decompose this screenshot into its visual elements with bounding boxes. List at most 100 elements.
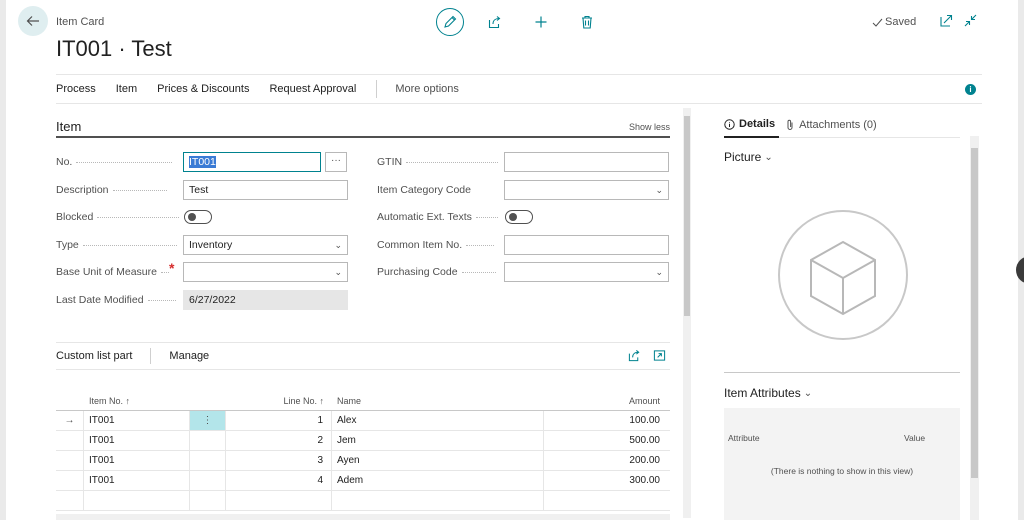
cell-amount[interactable]: 100.00: [544, 411, 670, 430]
blocked-toggle[interactable]: [184, 210, 212, 224]
attr-col-attribute: Attribute: [728, 433, 760, 443]
factbox-divider: [724, 372, 960, 373]
list-part-grid: Item No. ↑ Line No. ↑ Name Amount → IT00…: [56, 392, 670, 511]
cell-name[interactable]: [332, 491, 544, 510]
attributes-header[interactable]: Item Attributes ⌄: [724, 386, 812, 400]
picture-placeholder[interactable]: [778, 210, 908, 340]
action-separator: [376, 80, 378, 98]
info-icon[interactable]: i: [965, 84, 976, 95]
cell-amount[interactable]: 500.00: [544, 431, 670, 450]
category-select[interactable]: ⌄: [504, 180, 669, 200]
open-new-window-button[interactable]: [940, 14, 953, 32]
table-row-empty[interactable]: [56, 491, 670, 511]
header-amount[interactable]: Amount: [544, 392, 670, 410]
table-row[interactable]: IT001 2 Jem 500.00: [56, 431, 670, 451]
row-indicator: [56, 471, 84, 490]
cell-amount[interactable]: 300.00: [544, 471, 670, 490]
no-input[interactable]: IT001: [183, 152, 321, 172]
row-indicator: [56, 431, 84, 450]
grid-horizontal-scrollbar[interactable]: [56, 514, 670, 520]
row-menu-cell[interactable]: [190, 491, 226, 510]
table-row[interactable]: → IT001 ⋮ 1 Alex 100.00: [56, 411, 670, 431]
cell-item-no[interactable]: [84, 491, 190, 510]
delete-button[interactable]: [572, 15, 602, 29]
cell-line-no[interactable]: 1: [226, 411, 332, 430]
delete-trash-icon: [582, 15, 592, 29]
edit-button[interactable]: [436, 8, 464, 36]
cell-line-no[interactable]: 2: [226, 431, 332, 450]
share-icon[interactable]: [628, 349, 641, 362]
table-row[interactable]: IT001 3 Ayen 200.00: [56, 451, 670, 471]
toggle-knob: [188, 213, 196, 221]
no-assist-button[interactable]: ···: [325, 152, 347, 172]
section-title: Item: [56, 119, 82, 134]
description-input[interactable]: Test: [183, 180, 348, 200]
chevron-down-icon: ⌄: [334, 240, 342, 250]
scrollbar-thumb[interactable]: [684, 116, 690, 316]
action-process[interactable]: Process: [56, 83, 96, 95]
gtin-input[interactable]: [504, 152, 669, 172]
info-circle-icon: [724, 118, 735, 130]
table-row[interactable]: IT001 4 Adem 300.00: [56, 471, 670, 491]
header-line-no[interactable]: Line No. ↑: [226, 392, 332, 410]
cell-amount[interactable]: [544, 491, 670, 510]
main-scrollbar[interactable]: [683, 108, 691, 518]
show-less-link[interactable]: Show less: [629, 122, 670, 132]
action-item[interactable]: Item: [116, 83, 137, 95]
row-menu-button[interactable]: ⋮: [190, 411, 226, 430]
row-menu-cell[interactable]: [190, 471, 226, 490]
cell-item-no[interactable]: IT001: [84, 411, 190, 430]
cell-line-no[interactable]: [226, 491, 332, 510]
toggle-knob: [509, 213, 517, 221]
manage-button[interactable]: Manage: [169, 350, 209, 362]
expand-icon[interactable]: [653, 349, 666, 362]
grid-body: → IT001 ⋮ 1 Alex 100.00 IT001 2 Jem 500.…: [56, 410, 670, 511]
share-icon: [488, 16, 501, 29]
factbox-scrollbar[interactable]: [970, 136, 979, 520]
purchasing-select[interactable]: ⌄: [504, 262, 669, 282]
cell-item-no[interactable]: IT001: [84, 471, 190, 490]
back-button[interactable]: [18, 6, 48, 36]
cell-item-no[interactable]: IT001: [84, 451, 190, 470]
chevron-down-icon: ⌄: [803, 387, 813, 399]
row-menu-cell[interactable]: [190, 431, 226, 450]
tab-details-label: Details: [739, 118, 776, 130]
factbox-tabs: Details Attachments (0): [724, 112, 960, 138]
cell-name[interactable]: Adem: [332, 471, 544, 490]
action-more-options[interactable]: More options: [395, 83, 459, 95]
last-modified-value: 6/27/2022: [189, 294, 236, 306]
base-uom-select[interactable]: ⌄: [183, 262, 348, 282]
auto-ext-toggle[interactable]: [505, 210, 533, 224]
tab-details[interactable]: Details: [724, 112, 780, 138]
item-section-header: Item Show less: [56, 118, 670, 138]
grid-header-row: Item No. ↑ Line No. ↑ Name Amount: [56, 392, 670, 410]
common-item-input[interactable]: [504, 235, 669, 255]
tab-attachments[interactable]: Attachments (0): [785, 112, 895, 138]
checkmark-icon: [872, 18, 883, 27]
scrollbar-thumb[interactable]: [971, 148, 978, 478]
header-cell-menu: [190, 392, 226, 410]
side-panel-toggle[interactable]: [1016, 256, 1024, 284]
header-item-no[interactable]: Item No. ↑: [84, 392, 190, 410]
header-name[interactable]: Name: [332, 392, 544, 410]
cell-item-no[interactable]: IT001: [84, 431, 190, 450]
back-arrow-icon: [26, 16, 39, 26]
new-button[interactable]: [526, 15, 556, 29]
saved-label: Saved: [885, 16, 917, 28]
share-button[interactable]: [480, 15, 510, 29]
cell-amount[interactable]: 200.00: [544, 451, 670, 470]
type-select[interactable]: Inventory ⌄: [183, 235, 348, 255]
collapse-button[interactable]: [964, 14, 977, 32]
list-part-title[interactable]: Custom list part: [56, 350, 132, 362]
cell-name[interactable]: Ayen: [332, 451, 544, 470]
cell-line-no[interactable]: 4: [226, 471, 332, 490]
cell-name[interactable]: Jem: [332, 431, 544, 450]
last-modified-field: 6/27/2022: [183, 290, 348, 310]
picture-header[interactable]: Picture ⌄: [724, 150, 773, 164]
cell-name[interactable]: Alex: [332, 411, 544, 430]
cell-line-no[interactable]: 3: [226, 451, 332, 470]
action-prices-discounts[interactable]: Prices & Discounts: [157, 83, 249, 95]
add-plus-icon: [535, 16, 547, 28]
row-menu-cell[interactable]: [190, 451, 226, 470]
action-request-approval[interactable]: Request Approval: [269, 83, 356, 95]
